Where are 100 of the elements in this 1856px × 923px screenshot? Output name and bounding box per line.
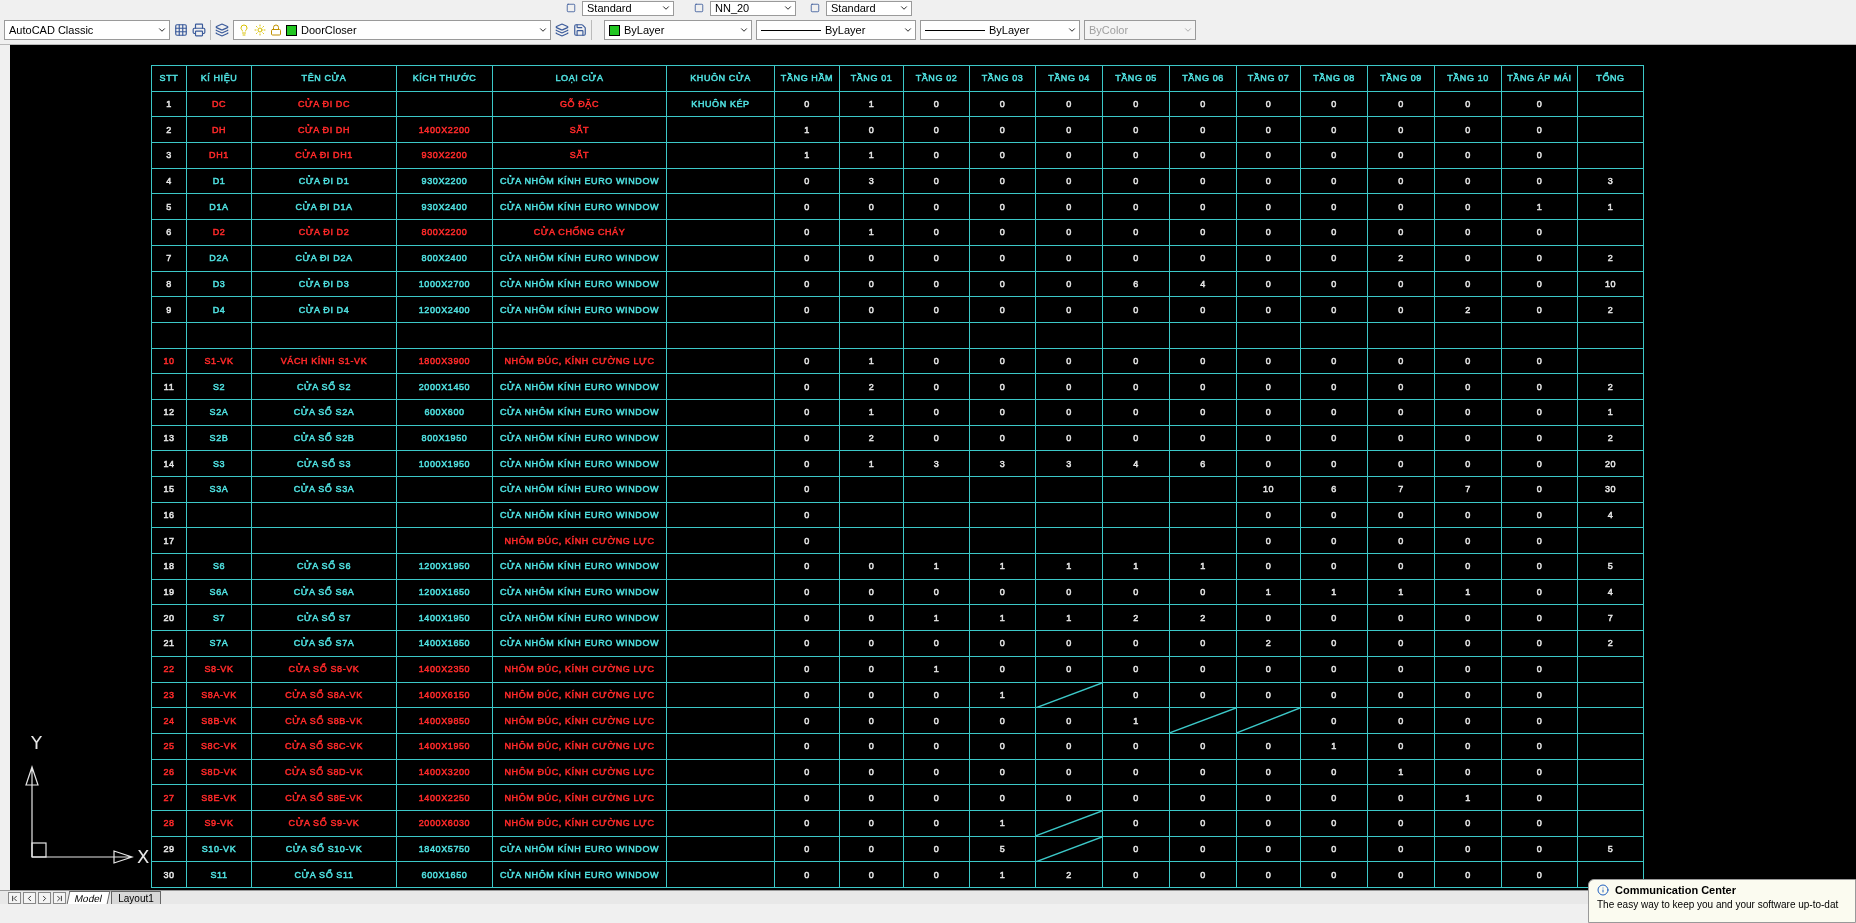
table-cell: 0	[1300, 271, 1368, 297]
table-cell: 0	[903, 91, 970, 117]
table-cell: 1	[839, 91, 904, 117]
table-cell: 0	[1169, 348, 1237, 374]
table-cell: DH1	[186, 142, 252, 169]
table-cell: VÁCH KÍNH S1-VK	[251, 348, 397, 374]
table-cell: S6	[186, 553, 252, 580]
table-cell: CỬA NHÔM KÍNH EURO WINDOW	[492, 553, 667, 580]
table-cell: 0	[969, 759, 1036, 785]
table-cell: 1	[1102, 553, 1170, 580]
table-cell: 600X600	[396, 399, 493, 426]
table-cell: 0	[1035, 296, 1103, 323]
previous-tab-button[interactable]	[23, 892, 36, 904]
style-dropdown[interactable]: NN_20	[710, 0, 796, 16]
table-cell: CỬA ĐI D1A	[251, 193, 397, 220]
table-cell: 0	[839, 861, 904, 888]
toolbar-icon[interactable]	[566, 3, 576, 13]
table-cell: 0	[1035, 219, 1103, 246]
table-cell: 0	[839, 784, 904, 811]
table-cell: 0	[774, 245, 840, 271]
table-cell: 0	[1300, 836, 1368, 862]
table-cell: 0	[1102, 193, 1170, 220]
table-cell: 0	[1300, 168, 1368, 194]
table-cell: 1400X1650	[396, 630, 493, 657]
layers-icon[interactable]	[555, 23, 569, 37]
table-cell: CỬA NHÔM KÍNH EURO WINDOW	[492, 425, 667, 451]
table-cell: 1	[903, 604, 970, 631]
table-cell: 0	[969, 399, 1036, 426]
toolbar-icon[interactable]	[810, 3, 820, 13]
table-cell: 0	[969, 348, 1036, 374]
table-cell: 0	[1300, 219, 1368, 246]
table-cell: 0	[1501, 296, 1578, 323]
table-cell: 16	[151, 502, 187, 528]
table-cell: 1	[1434, 784, 1502, 811]
table-cell: 0	[1300, 142, 1368, 169]
layout-tab[interactable]: Model	[66, 891, 111, 904]
table-cell: 0	[1169, 168, 1237, 194]
table-cell: 0	[1169, 579, 1237, 605]
table-cell: SẮT	[492, 116, 667, 143]
table-cell: 0	[969, 271, 1036, 297]
last-tab-button[interactable]	[53, 892, 66, 904]
table-cell: 1800X3900	[396, 348, 493, 374]
table-cell: CỬA ĐI DH1	[251, 142, 397, 169]
table-cell: CỬA SỔ S8-VK	[251, 656, 397, 682]
toolbar-icon[interactable]	[694, 3, 704, 13]
grid-icon[interactable]	[174, 23, 188, 37]
first-tab-button[interactable]	[8, 892, 21, 904]
table-cell: 0	[1102, 219, 1170, 246]
layers-icon[interactable]	[215, 23, 229, 37]
table-cell: CỬA SỔ S2B	[251, 425, 397, 451]
table-cell: 21	[151, 630, 187, 657]
table-cell: 0	[1102, 759, 1170, 785]
table-cell: 1	[969, 861, 1036, 888]
table-cell: 0	[1367, 399, 1435, 426]
printer-icon[interactable]	[192, 23, 206, 37]
table-cell: 0	[839, 553, 904, 580]
table-cell: 0	[774, 502, 840, 528]
table-cell: 0	[1035, 168, 1103, 194]
table-cell: 7	[1577, 604, 1644, 631]
table-cell: 0	[1035, 425, 1103, 451]
property-dropdown[interactable]: ByLayer	[604, 20, 752, 40]
next-tab-button[interactable]	[38, 892, 51, 904]
table-cell: 0	[774, 861, 840, 888]
table-cell: 0	[1300, 91, 1368, 117]
table-cell: 0	[1434, 425, 1502, 451]
table-cell: 2	[1035, 861, 1103, 888]
table-cell: S6A	[186, 579, 252, 605]
layout-tab[interactable]: Layout1	[111, 891, 161, 904]
table-cell: 0	[1367, 707, 1435, 734]
table-cell: 0	[774, 579, 840, 605]
table-cell: 0	[969, 219, 1036, 246]
table-cell: 0	[1035, 142, 1103, 169]
table-cell: 0	[774, 733, 840, 760]
table-cell: CỬA ĐI DH	[251, 116, 397, 143]
table-cell: 14	[151, 450, 187, 477]
table-cell: 0	[1367, 810, 1435, 837]
style-dropdown[interactable]: Standard	[582, 0, 674, 16]
style-dropdown[interactable]: Standard	[826, 0, 912, 16]
property-dropdown[interactable]: ByLayer	[920, 20, 1080, 40]
table-cell: 0	[1501, 861, 1578, 888]
column-header: TỔNG	[1577, 65, 1644, 92]
table-cell: CỬA SỔ S10-VK	[251, 836, 397, 862]
table-cell: NHÔM ĐÚC, KÍNH CƯỜNG LỰC	[492, 707, 667, 734]
table-cell: NHÔM ĐÚC, KÍNH CƯỜNG LỰC	[492, 784, 667, 811]
table-cell: 0	[1102, 142, 1170, 169]
property-dropdown[interactable]: ByLayer	[756, 20, 916, 40]
layer-dropdown[interactable]: DoorCloser	[233, 20, 551, 40]
table-cell: 10	[1236, 476, 1301, 503]
table-cell: 0	[1035, 116, 1103, 143]
table-cell: KHUÔN KÉP	[666, 91, 775, 117]
table-cell: 0	[1035, 245, 1103, 271]
table-cell: 1200X2400	[396, 296, 493, 323]
table-cell: 930X2200	[396, 142, 493, 169]
table-cell: 0	[1035, 373, 1103, 400]
save-icon[interactable]	[573, 23, 587, 37]
workspace-dropdown[interactable]: AutoCAD Classic	[4, 20, 170, 40]
table-cell: 1	[1577, 399, 1644, 426]
table-cell: 1000X1950	[396, 450, 493, 477]
table-cell: 0	[1035, 348, 1103, 374]
table-cell: 0	[1102, 579, 1170, 605]
